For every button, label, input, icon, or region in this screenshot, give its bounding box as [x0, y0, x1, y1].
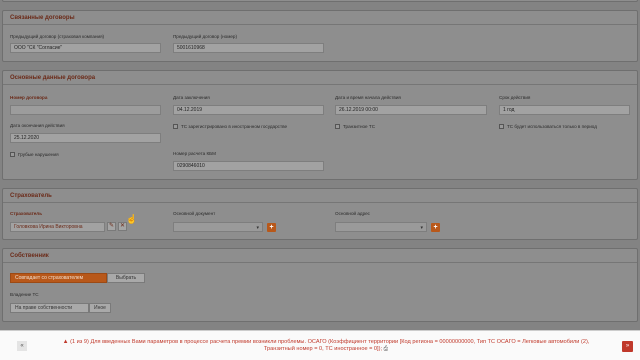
end-date-field[interactable]: 25.12.2020	[10, 133, 161, 143]
form-page: Связанные договоры Предыдущий договор (с…	[0, 0, 640, 330]
transit-checkbox[interactable]: Транзитное ТС	[335, 124, 375, 129]
divider	[3, 202, 637, 203]
prev-number-field[interactable]: 5001610968	[173, 43, 324, 53]
insurer-name-field[interactable]: Головкова Ирина Викторовна	[10, 222, 105, 232]
chevron-down-icon: ▾	[420, 225, 423, 231]
same-as-insurer-button[interactable]: Совпадает со страхователем	[10, 273, 107, 283]
conclusion-date-field[interactable]: 04.12.2019	[173, 105, 324, 115]
checkbox-box[interactable]	[10, 152, 15, 157]
edit-icon[interactable]: ✎	[107, 222, 116, 231]
contract-number-label: Номер договора	[10, 95, 48, 100]
error-message-line1: (1 из 9) Для введенных Вами параметров в…	[70, 339, 590, 345]
chevron-down-icon: ▾	[256, 225, 259, 231]
print-icon[interactable]: ⎙	[384, 346, 388, 352]
checkbox-box[interactable]	[173, 124, 178, 129]
term-field[interactable]: 1 год	[499, 105, 630, 115]
start-datetime-field[interactable]: 26.12.2019 00:00	[335, 105, 487, 115]
checkbox-label: ТС будет использоваться только в период	[507, 124, 597, 129]
related-contracts-section: Связанные договоры Предыдущий договор (с…	[2, 10, 638, 62]
prev-insurer-field[interactable]: ООО "СК "Согласие"	[10, 43, 161, 53]
checkbox-label: Транзитное ТС	[343, 124, 376, 129]
error-message-line2: Транзитный номер = 0, ТС иностранное = 0…	[263, 346, 383, 352]
conclusion-date-label: Дата заключения	[173, 95, 210, 100]
divider	[3, 24, 637, 25]
prev-number-label: Предыдущий договор (номер)	[173, 34, 238, 39]
kbm-label: Номер расчета КБМ	[173, 151, 216, 156]
owner-section: Собственник Совпадает со страхователем В…	[2, 248, 638, 322]
start-datetime-label: Дата и время начала действия	[335, 95, 401, 100]
error-notification-bar: « ▲ (1 из 9) Для введенных Вами параметр…	[0, 330, 640, 360]
possession-ownership-option[interactable]: На праве собственности	[10, 303, 89, 313]
insurer-label: Страхователь	[10, 211, 43, 216]
checkbox-label: Грубые нарушения	[18, 152, 59, 157]
main-data-section: Основные данные договора Номер договора …	[2, 70, 638, 180]
next-message-button[interactable]: »	[622, 341, 633, 352]
possession-label: Владение ТС	[10, 292, 39, 297]
section-title: Собственник	[10, 253, 49, 259]
possession-other-option[interactable]: Иное	[89, 303, 111, 313]
section-title: Связанные договоры	[10, 15, 75, 21]
add-address-button[interactable]: +	[431, 223, 440, 232]
end-date-label: Дата окончания действия	[10, 123, 65, 128]
prev-insurer-label: Предыдущий договор (страховая компания)	[10, 34, 105, 39]
choose-owner-button[interactable]: Выбрать	[107, 273, 145, 283]
add-document-button[interactable]: +	[267, 223, 276, 232]
main-address-select[interactable]: ▾	[335, 222, 427, 232]
main-document-select[interactable]: ▾	[173, 222, 263, 232]
warning-icon: ▲	[62, 339, 69, 345]
contract-number-field[interactable]	[10, 105, 161, 115]
section-title: Страхователь	[10, 193, 52, 199]
main-address-label: Основной адрес	[335, 211, 370, 216]
mouse-cursor-icon: ☝	[126, 214, 138, 224]
checkbox-label: ТС зарегистрировано в иностранном госуда…	[181, 124, 288, 129]
violations-checkbox[interactable]: Грубые нарушения	[10, 152, 59, 157]
section-title: Основные данные договора	[10, 75, 96, 81]
checkbox-box[interactable]	[499, 124, 504, 129]
checkbox-box[interactable]	[335, 124, 340, 129]
term-label: Срок действия	[499, 95, 531, 100]
period-use-checkbox[interactable]: ТС будет использоваться только в период	[499, 124, 597, 129]
error-message: ▲ (1 из 9) Для введенных Вами параметров…	[36, 339, 616, 353]
foreign-registration-checkbox[interactable]: ТС зарегистрировано в иностранном госуда…	[173, 124, 287, 129]
kbm-field[interactable]: 0290846010	[173, 161, 324, 171]
main-document-label: Основной документ	[173, 211, 216, 216]
previous-message-button[interactable]: «	[17, 341, 27, 351]
top-section-edge	[2, 0, 638, 2]
insurer-section: Страхователь Страхователь Головкова Ирин…	[2, 188, 638, 240]
divider	[3, 84, 637, 85]
divider	[3, 262, 637, 263]
